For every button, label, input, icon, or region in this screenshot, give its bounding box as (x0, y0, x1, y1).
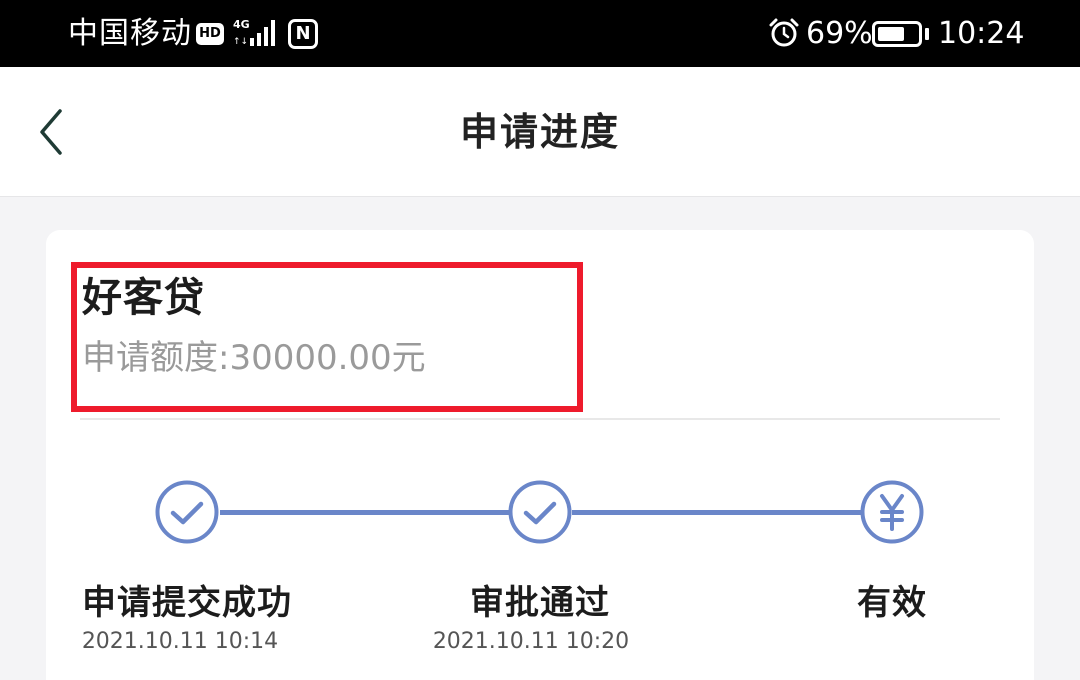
svg-text:↑↓: ↑↓ (233, 37, 248, 47)
battery-cap (925, 28, 929, 40)
page-title: 申请进度 (459, 110, 620, 154)
yuan-circle-icon (860, 480, 924, 544)
progress-connector (572, 510, 862, 515)
nav-header: 申请进度 (0, 67, 1080, 197)
battery-percent: 69% (806, 16, 873, 51)
carrier-name: 中国移动 (68, 16, 192, 51)
check-circle-icon (155, 480, 219, 544)
progress-connector (220, 510, 510, 515)
battery-level (878, 27, 904, 41)
step-time: 2021.10.11 10:20 (432, 629, 630, 654)
hd-icon: HD (196, 23, 224, 45)
nfc-icon: N (288, 19, 318, 49)
step-label: 有效 (857, 583, 927, 623)
divider (80, 418, 1000, 420)
check-circle-icon (508, 480, 572, 544)
product-name: 好客贷 (82, 275, 205, 321)
status-bar: 中国移动 HD 4G ↑↓ N 69% 10:24 (0, 0, 1080, 67)
step-label: 审批通过 (470, 583, 610, 623)
application-card: 好客贷 申请额度:30000.00元 申请提交成功 2021.10.11 10:… (46, 230, 1034, 680)
alarm-icon (769, 18, 799, 47)
application-amount: 申请额度:30000.00元 (82, 338, 426, 378)
clock-time: 10:24 (938, 16, 1025, 51)
signal-icon: 4G ↑↓ (233, 18, 275, 47)
battery-icon (872, 21, 922, 47)
step-label: 申请提交成功 (82, 583, 292, 623)
network-type: 4G (233, 18, 250, 31)
step-time: 2021.10.11 10:14 (81, 629, 279, 654)
